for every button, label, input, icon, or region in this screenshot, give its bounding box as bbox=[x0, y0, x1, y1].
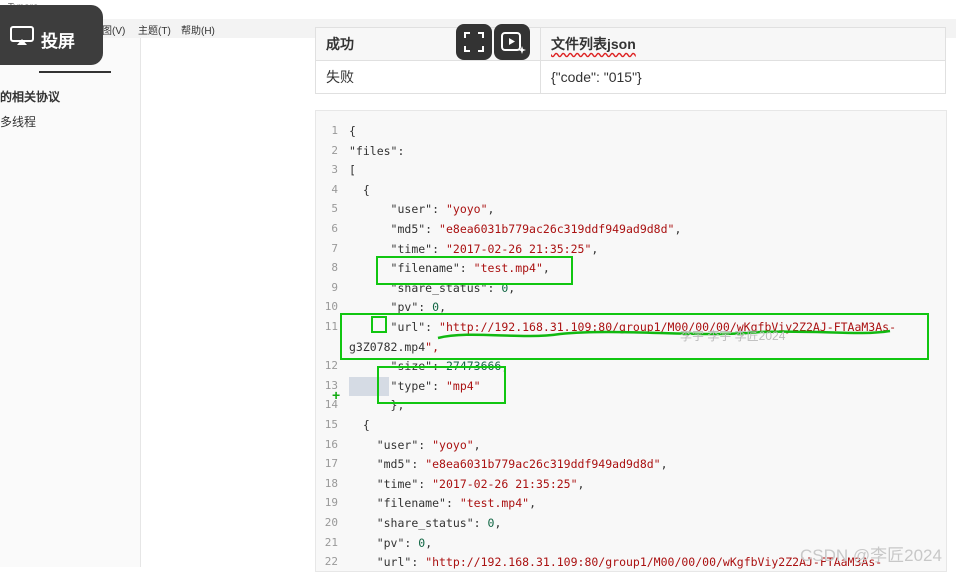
code-line: [ bbox=[349, 163, 356, 178]
line-number: 5 bbox=[331, 202, 338, 216]
table-cell: 失败 bbox=[315, 60, 541, 94]
play-sparkle-icon bbox=[501, 32, 526, 54]
line-number: 20 bbox=[324, 516, 338, 529]
table-cell: 文件列表json bbox=[540, 27, 946, 61]
line-number: 4 bbox=[331, 182, 338, 196]
line-number: 10 bbox=[324, 300, 338, 314]
code-line: "md5": "e8ea6031b779ac26c319ddf949ad9d8d… bbox=[376, 457, 668, 472]
line-number: 6 bbox=[331, 222, 338, 235]
table-cell: {"code": "015"} bbox=[540, 60, 946, 94]
code-line: { bbox=[349, 124, 356, 138]
code-line: "user": "yoyo", bbox=[390, 202, 495, 217]
line-number: 1 bbox=[331, 124, 338, 137]
code-line: { bbox=[349, 418, 370, 432]
line-number: 8 bbox=[331, 261, 338, 275]
watermark: 李宇 李宇 李匠2024 bbox=[680, 329, 786, 343]
cast-label: 投屏 bbox=[41, 32, 75, 51]
annotation-box-small bbox=[371, 316, 387, 333]
csdn-watermark: CSDN @李匠2024 bbox=[800, 546, 942, 565]
line-number: 16 bbox=[324, 437, 338, 451]
tab-active-indicator bbox=[39, 71, 111, 73]
line-number: 9 bbox=[331, 280, 338, 294]
result-table: 成功 文件列表json 失败 {"code": "015"} bbox=[315, 27, 946, 94]
menu-help[interactable]: 帮助(H) bbox=[181, 22, 215, 37]
outline-item[interactable]: 多线程 bbox=[0, 113, 36, 130]
code-line: "filename": "test.mp4", bbox=[376, 496, 537, 511]
line-number: 22 bbox=[324, 555, 338, 569]
code-line: "share_status": 0, bbox=[376, 516, 502, 530]
code-line: "time": "2017-02-26 21:35:25", bbox=[376, 476, 585, 491]
line-number: 12 bbox=[324, 359, 338, 373]
outline-item[interactable]: 的相关协议 bbox=[0, 88, 60, 105]
line-number: 18 bbox=[324, 476, 338, 490]
annotation-box-filename bbox=[376, 256, 573, 285]
annotation-box-type bbox=[377, 366, 506, 404]
title-bar: - Typora bbox=[0, 0, 956, 20]
code-line: "time": "2017-02-26 21:35:25", bbox=[390, 241, 599, 256]
cast-icon bbox=[10, 26, 34, 45]
code-line: { bbox=[349, 182, 370, 197]
line-number: 15 bbox=[324, 418, 338, 431]
annotation-box-url bbox=[340, 313, 929, 360]
line-number: 11 bbox=[324, 320, 338, 333]
line-number: 2 bbox=[331, 143, 338, 157]
screen-cast-button[interactable]: 投屏 bbox=[0, 5, 103, 65]
table-cell-text: 文件列表json bbox=[551, 36, 636, 52]
add-line-icon[interactable]: + bbox=[332, 387, 340, 403]
line-number: 19 bbox=[324, 496, 338, 510]
code-line: "md5": "e8ea6031b779ac26c319ddf949ad9d8d… bbox=[390, 222, 682, 236]
line-number: 7 bbox=[331, 241, 338, 255]
code-line: "pv": 0, bbox=[376, 535, 433, 550]
line-number: 3 bbox=[331, 163, 338, 177]
table-row: 成功 文件列表json bbox=[315, 27, 946, 61]
exit-fullscreen-icon bbox=[464, 32, 484, 52]
play-ai-button[interactable] bbox=[494, 24, 530, 60]
menu-theme[interactable]: 主题(T) bbox=[138, 22, 171, 37]
line-number: 17 bbox=[324, 457, 338, 471]
outline-sidebar: 大纲 的相关协议 多线程 bbox=[0, 38, 141, 567]
code-line: "files": bbox=[349, 143, 405, 158]
table-row: 失败 {"code": "015"} bbox=[315, 60, 946, 94]
line-number: 21 bbox=[324, 535, 338, 549]
fullscreen-toggle-button[interactable] bbox=[456, 24, 492, 60]
code-line: "user": "yoyo", bbox=[376, 437, 481, 452]
